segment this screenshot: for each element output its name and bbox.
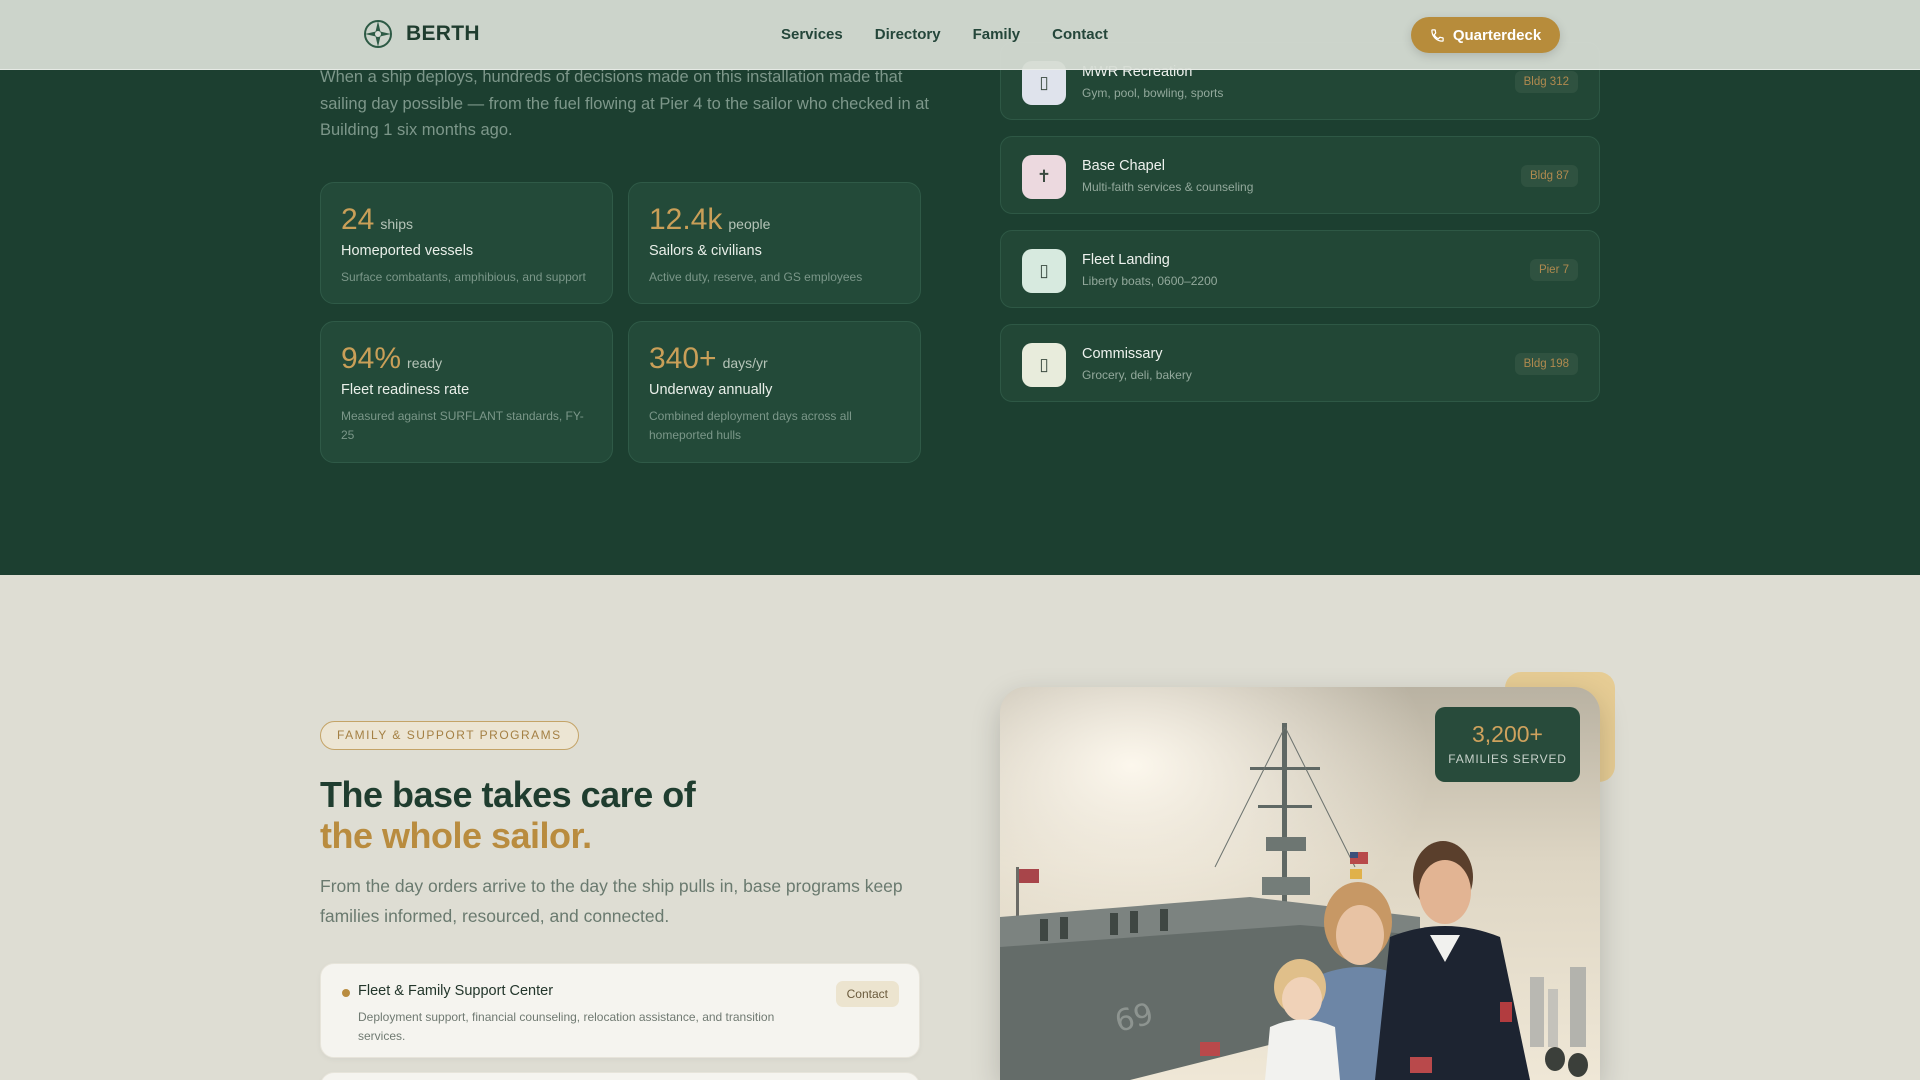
directory-item-name: Fleet Landing (1082, 252, 1170, 268)
stat-desc: Active duty, reserve, and GS employees (649, 270, 863, 284)
section-eyebrow: FAMILY & SUPPORT PROGRAMS (320, 721, 579, 750)
bullet-dot (342, 989, 350, 997)
heading-line-1: The base takes care of (320, 774, 696, 815)
location-tag: Pier 7 (1529, 259, 1578, 281)
section-lead: From the day orders arrive to the day th… (320, 876, 903, 926)
intro-text: When a ship deploys, hundreds of decisio… (320, 68, 929, 139)
stat-card-readiness: 94% ready Fleet readiness rate Measured … (320, 321, 613, 463)
location-tag: Bldg 312 (1514, 71, 1578, 93)
grocery-icon: ▯ (1022, 343, 1066, 387)
nav-contact[interactable]: Contact (1052, 26, 1108, 43)
nav-directory[interactable]: Directory (875, 26, 941, 43)
quarterdeck-button[interactable]: Quarterdeck (1411, 17, 1560, 53)
stat-desc: Measured against SURFLANT standards, FY-… (341, 409, 584, 442)
stat-card-ships: 24 ships Homeported vessels Surface comb… (320, 182, 613, 304)
stat-desc: Combined deployment days across all home… (649, 409, 852, 442)
stat-value: 12.4k (649, 203, 723, 236)
site-header: BERTH Services Directory Family Contact … (0, 0, 1920, 70)
stat-value: 24 (341, 203, 375, 236)
heading-line-2: the whole sailor. (320, 815, 592, 856)
brand-logo-link[interactable]: BERTH (362, 18, 480, 50)
stat-unit: people (728, 216, 771, 232)
stat-desc: Surface combatants, amphibious, and supp… (341, 270, 586, 284)
location-tag: Bldg 198 (1514, 353, 1578, 375)
stat-card-people: 12.4k people Sailors & civilians Active … (628, 182, 921, 304)
stat-value: 340+ (649, 342, 717, 375)
brand-name: BERTH (406, 22, 480, 45)
stat-title: Homeported vessels (341, 243, 474, 259)
stat-unit: days/yr (722, 355, 768, 371)
nav-family[interactable]: Family (973, 26, 1021, 43)
program-card-ffsc[interactable]: Fleet & Family Support Center Deployment… (320, 963, 920, 1058)
program-desc: Deployment support, financial counseling… (358, 1010, 775, 1043)
section-heading: The base takes care of the whole sailor. (320, 774, 696, 856)
stat-unit: ready (407, 355, 443, 371)
families-served-badge: 3,200+ FAMILIES SERVED (1435, 707, 1580, 782)
nav-services[interactable]: Services (781, 26, 843, 43)
directory-item-sub: Multi-faith services & counseling (1082, 180, 1254, 194)
about-section: When a ship deploys, hundreds of decisio… (0, 0, 1920, 575)
stat-value: 94% (341, 342, 402, 375)
directory-item-fleet-landing[interactable]: ▯ Fleet Landing Liberty boats, 0600–2200… (1000, 230, 1600, 308)
contact-button[interactable]: Contact (835, 981, 899, 1007)
badge-label: FAMILIES SERVED (1448, 752, 1567, 766)
directory-item-commissary[interactable]: ▯ Commissary Grocery, deli, bakery Bldg … (1000, 324, 1600, 402)
program-name: Fleet & Family Support Center (358, 983, 554, 999)
cross-icon: ✝ (1022, 155, 1066, 199)
program-card-next[interactable] (320, 1072, 920, 1080)
phone-icon (1431, 28, 1444, 42)
directory-item-base-chapel[interactable]: ✝ Base Chapel Multi-faith services & cou… (1000, 136, 1600, 214)
location-tag: Bldg 87 (1520, 165, 1578, 187)
stat-unit: ships (380, 216, 414, 232)
directory-item-sub: Grocery, deli, bakery (1082, 368, 1192, 382)
badge-value: 3,200+ (1472, 721, 1543, 747)
stat-title: Sailors & civilians (649, 243, 762, 259)
family-section (0, 575, 1920, 1080)
boat-icon: ▯ (1022, 249, 1066, 293)
directory-item-name: Commissary (1082, 346, 1163, 362)
stat-title: Underway annually (649, 382, 773, 398)
directory-item-sub: Liberty boats, 0600–2200 (1082, 274, 1218, 288)
quarterdeck-label: Quarterdeck (1452, 26, 1542, 44)
directory-item-sub: Gym, pool, bowling, sports (1082, 86, 1224, 100)
compass-icon (364, 20, 392, 48)
stat-title: Fleet readiness rate (341, 382, 470, 398)
directory-item-name: Base Chapel (1082, 158, 1166, 174)
stat-card-underway: 340+ days/yr Underway annually Combined … (628, 321, 921, 463)
main-nav: Services Directory Family Contact (781, 26, 1108, 43)
